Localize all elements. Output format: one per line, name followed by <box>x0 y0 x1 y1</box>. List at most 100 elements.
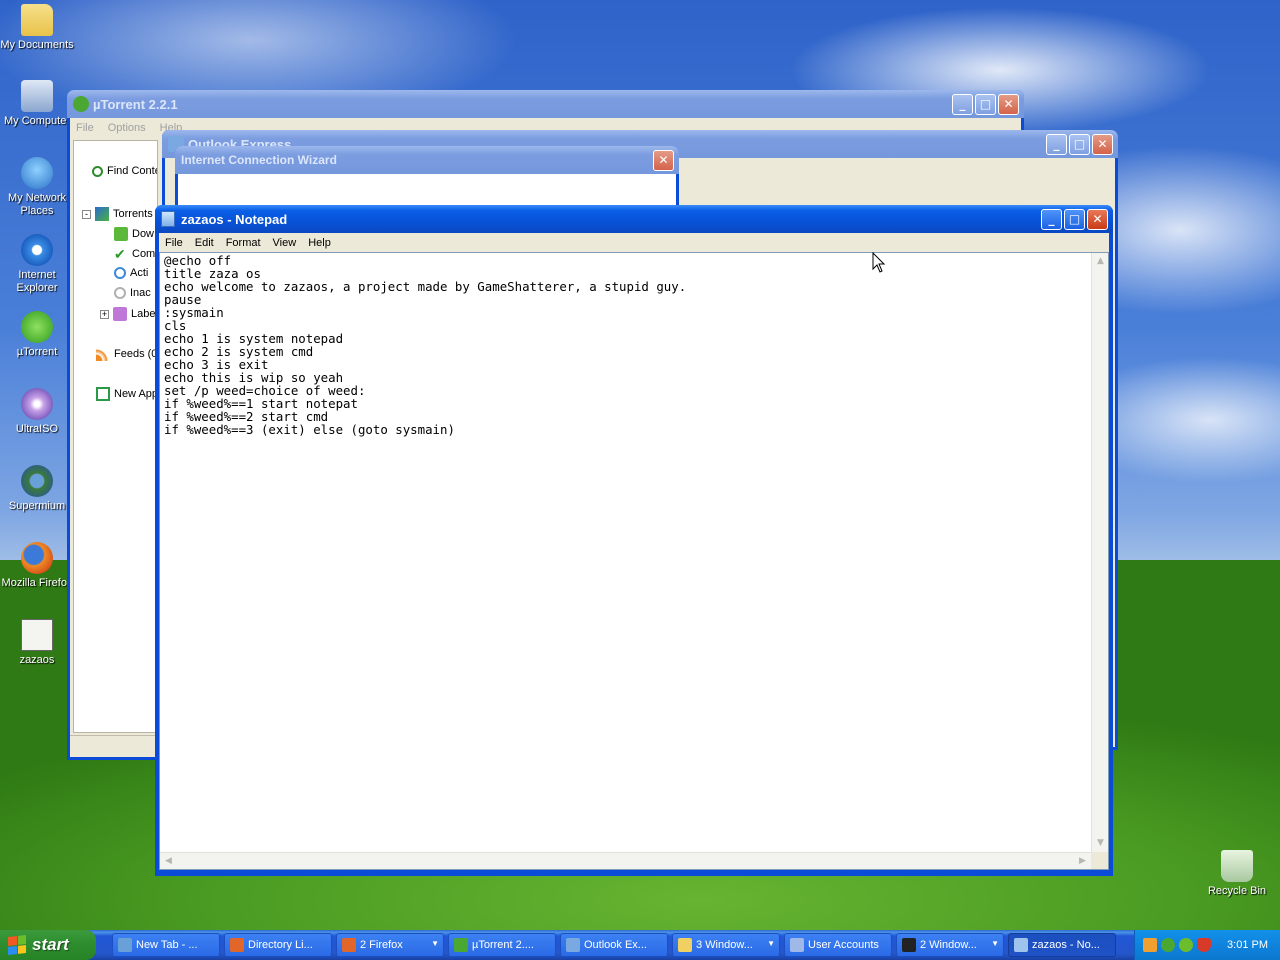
outlook-minimize-button[interactable]: _ <box>1046 133 1067 155</box>
completed-item[interactable]: ✔ Com <box>114 247 155 261</box>
scroll-right-arrow-icon[interactable]: ▶ <box>1075 854 1090 869</box>
notepad-title: zazaos - Notepad <box>181 211 288 227</box>
utorrent-close-button[interactable]: ✕ <box>998 93 1019 115</box>
desktop-icon-mozilla-firefox[interactable]: Mozilla Firefox <box>0 542 74 590</box>
desktop-icon-ultraiso[interactable]: UltraISO <box>0 388 74 436</box>
network-icon <box>21 157 53 189</box>
outlook-icon <box>566 938 580 952</box>
taskbar-button-label: Outlook Ex... <box>584 939 647 951</box>
ultraiso-icon <box>21 388 53 420</box>
desktop-icon-my-documents[interactable]: My Documents <box>0 4 74 52</box>
downloading-item[interactable]: Dow <box>114 227 154 241</box>
taskbar-buttons: New Tab - ... Directory Li... 2 Firefox ▼ µT… <box>108 933 1116 957</box>
taskbar-button[interactable]: Outlook Ex... <box>560 933 668 957</box>
inactive-arrows-icon <box>114 287 126 299</box>
wizard-close-button[interactable]: ✕ <box>653 149 674 171</box>
utorrent-titlebar[interactable]: µTorrent 2.2.1 _ □ ✕ <box>67 90 1024 118</box>
security-shield-tray-icon[interactable] <box>1197 938 1211 952</box>
notepad-icon <box>1014 938 1028 952</box>
notepad-titlebar[interactable]: zazaos - Notepad _ □ ✕ <box>155 205 1113 233</box>
windows-update-tray-icon[interactable] <box>1143 938 1157 952</box>
apps-icon <box>96 387 110 401</box>
notepad-editor[interactable]: @echo off title zaza os echo welcome to … <box>159 252 1109 870</box>
checkmark-icon: ✔ <box>114 246 126 262</box>
active-item[interactable]: Acti <box>114 267 148 279</box>
torrents-item[interactable]: - Torrents <box>82 207 153 221</box>
new-apps-item[interactable]: New App <box>96 387 157 401</box>
user-accounts-icon <box>790 938 804 952</box>
firefox-icon <box>230 938 244 952</box>
desktop-icon-recycle-bin[interactable]: Recycle Bin <box>1200 850 1274 898</box>
wizard-titlebar[interactable]: Internet Connection Wizard ✕ <box>175 146 679 174</box>
taskbar-button-label: 2 Firefox <box>360 939 403 951</box>
outlook-maximize-button[interactable]: □ <box>1069 133 1090 155</box>
start-label: start <box>32 935 69 954</box>
desktop-icon-zazaos[interactable]: zazaos <box>0 619 74 667</box>
cmd-icon <box>902 938 916 952</box>
notepad-menubar: File Edit Format View Help <box>159 233 1109 252</box>
notepad-window[interactable]: zazaos - Notepad _ □ ✕ File Edit Format … <box>155 205 1113 876</box>
search-icon <box>92 165 103 177</box>
notepad-horizontal-scrollbar[interactable]: ◀ ▶ <box>160 852 1091 869</box>
feeds-item[interactable]: Feeds (0 <box>96 347 157 361</box>
scroll-left-arrow-icon[interactable]: ◀ <box>161 854 176 869</box>
notepad-close-button[interactable]: ✕ <box>1087 208 1108 230</box>
desktop-icon-my-computer[interactable]: My Computer <box>0 80 74 128</box>
active-arrows-icon <box>114 267 126 279</box>
taskbar-button[interactable]: zazaos - No... <box>1008 933 1116 957</box>
taskbar-button[interactable]: 3 Window... ▼ <box>672 933 780 957</box>
inactive-item[interactable]: Inac <box>114 287 151 299</box>
folder-documents-icon <box>21 4 53 36</box>
collapse-icon: - <box>82 209 91 219</box>
desktop-icon-supermium[interactable]: Supermium <box>0 465 74 513</box>
notepad-maximize-button[interactable]: □ <box>1064 208 1085 230</box>
taskbar-button-label: µTorrent 2.... <box>472 939 534 951</box>
expand-icon: + <box>100 308 109 319</box>
system-tray: 3:01 PM <box>1134 930 1280 960</box>
firefox-icon <box>342 938 356 952</box>
dropdown-arrow-icon: ▼ <box>431 939 439 948</box>
utorrent-title: µTorrent 2.2.1 <box>93 96 178 112</box>
find-content-item[interactable]: Find Conte <box>92 165 157 177</box>
batch-file-icon <box>21 619 53 651</box>
notepad-menu-format[interactable]: Format <box>226 237 261 249</box>
utorrent-menu-file[interactable]: File <box>76 122 94 134</box>
taskbar-button[interactable]: User Accounts <box>784 933 892 957</box>
mouse-cursor-icon <box>872 252 886 273</box>
notepad-menu-file[interactable]: File <box>165 237 183 249</box>
desktop-icon-my-network-places[interactable]: My Network Places <box>0 157 74 218</box>
utorrent-tray-icon[interactable] <box>1161 938 1175 952</box>
utorrent-icon <box>73 96 89 112</box>
desktop-icon-internet-explorer[interactable]: Internet Explorer <box>0 234 74 295</box>
notepad-text-content[interactable]: @echo off title zaza os echo welcome to … <box>164 254 1088 851</box>
torrents-icon <box>95 207 109 221</box>
utorrent-sidebar: Find Conte - Torrents Dow ✔ Com Acti Ina… <box>73 140 158 733</box>
desktop-icon-utorrent[interactable]: µTorrent <box>0 311 74 359</box>
resize-grip-icon[interactable] <box>1091 852 1108 869</box>
taskbar-button-label: Directory Li... <box>248 939 313 951</box>
network-tray-icon[interactable] <box>1179 938 1193 952</box>
labels-item[interactable]: + Labe <box>100 307 155 321</box>
notepad-minimize-button[interactable]: _ <box>1041 208 1062 230</box>
notepad-menu-view[interactable]: View <box>273 237 297 249</box>
outlook-close-button[interactable]: ✕ <box>1092 133 1113 155</box>
taskbar-button[interactable]: µTorrent 2.... <box>448 933 556 957</box>
notepad-vertical-scrollbar[interactable]: ▲ ▼ <box>1091 253 1108 852</box>
notepad-menu-help[interactable]: Help <box>308 237 331 249</box>
taskbar-button[interactable]: New Tab - ... <box>112 933 220 957</box>
utorrent-icon <box>21 311 53 343</box>
taskbar-button[interactable]: 2 Window... ▼ <box>896 933 1004 957</box>
taskbar-button[interactable]: 2 Firefox ▼ <box>336 933 444 957</box>
scroll-up-arrow-icon[interactable]: ▲ <box>1093 254 1108 269</box>
folder-icon <box>678 938 692 952</box>
utorrent-maximize-button[interactable]: □ <box>975 93 996 115</box>
scroll-down-arrow-icon[interactable]: ▼ <box>1093 836 1108 851</box>
taskbar-button-label: 3 Window... <box>696 939 753 951</box>
utorrent-minimize-button[interactable]: _ <box>952 93 973 115</box>
taskbar-clock[interactable]: 3:01 PM <box>1227 939 1280 951</box>
notepad-menu-edit[interactable]: Edit <box>195 237 214 249</box>
taskbar-button[interactable]: Directory Li... <box>224 933 332 957</box>
start-button[interactable]: start <box>0 930 96 960</box>
utorrent-menu-options[interactable]: Options <box>108 122 146 134</box>
taskbar-button-label: User Accounts <box>808 939 879 951</box>
